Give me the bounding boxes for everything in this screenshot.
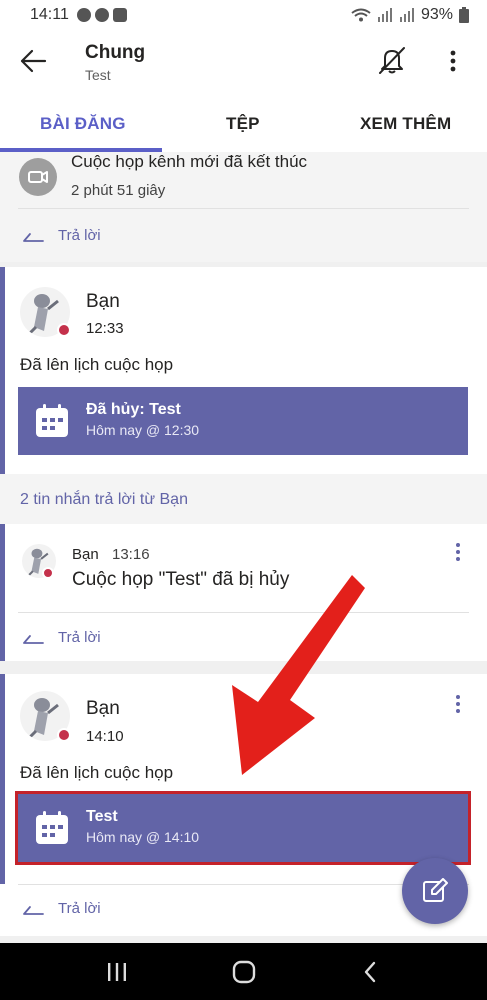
calendar-icon	[36, 811, 68, 844]
compose-icon	[423, 878, 448, 902]
wifi-icon	[351, 8, 371, 22]
home-icon[interactable]	[232, 960, 256, 984]
meeting-title: Test	[86, 808, 118, 825]
battery-percent: 93%	[420, 6, 453, 23]
nav-back-icon[interactable]	[362, 961, 378, 983]
status-bar: 14:11 93%	[0, 0, 487, 30]
reply-label: Trả lời	[58, 900, 101, 917]
channel-title: Chung	[85, 42, 146, 63]
meeting-time: Hôm nay @ 14:10	[86, 829, 200, 845]
battery-icon	[459, 7, 469, 23]
divider	[18, 208, 469, 209]
compose-button[interactable]	[402, 858, 468, 924]
android-nav-bar	[0, 943, 487, 1000]
reply-button[interactable]: Trả lời	[22, 900, 101, 917]
status-time: 14:11	[30, 6, 69, 23]
meeting-ended-title: Cuộc họp kênh mới đã kết thúc	[71, 152, 308, 171]
divider	[18, 884, 469, 885]
annotation-arrow	[232, 575, 365, 775]
tab-files[interactable]: TỆP	[226, 114, 260, 134]
channel-tabs: BÀI ĐĂNG TỆP XEM THÊM	[0, 100, 487, 152]
post-author: Bạn	[86, 291, 120, 312]
meeting-icon	[19, 158, 57, 196]
reply-more-icon[interactable]	[450, 542, 466, 562]
tab-more[interactable]: XEM THÊM	[360, 114, 451, 134]
meeting-ended-card: Cuộc họp kênh mới đã kết thúc 2 phút 51 …	[0, 152, 487, 262]
presence-busy-indicator	[57, 323, 71, 337]
post-card: Bạn 12:33 Đã lên lịch cuộc họp Đã hủy: T…	[0, 267, 487, 474]
reply-icon	[23, 634, 44, 644]
tab-posts[interactable]: BÀI ĐĂNG	[40, 114, 126, 134]
reply-label: Trả lời	[58, 227, 101, 244]
gallery-icon	[112, 8, 127, 22]
team-name: Test	[85, 67, 111, 83]
post-text: Đã lên lịch cuộc họp	[20, 355, 174, 374]
reply-icon	[23, 905, 44, 915]
signal-icon-2	[399, 8, 414, 22]
post-accent-bar	[0, 674, 5, 884]
meeting-title: Đã hủy: Test	[86, 401, 181, 418]
presence-busy-indicator	[57, 728, 71, 742]
replies-summary-row[interactable]: 2 tin nhắn trả lời từ Bạn	[0, 474, 487, 524]
back-arrow-icon[interactable]	[18, 46, 48, 76]
facebook-icon	[94, 8, 109, 22]
post-time: 12:33	[86, 320, 124, 337]
calendar-icon	[36, 404, 68, 437]
post-accent-bar	[0, 524, 5, 661]
reply-author: Bạn	[72, 546, 99, 563]
bell-off-icon[interactable]	[376, 44, 408, 76]
reply-time: 13:16	[112, 546, 150, 563]
meeting-time: Hôm nay @ 12:30	[86, 422, 200, 438]
post-author: Bạn	[86, 698, 120, 719]
channel-header: Chung Test	[0, 30, 487, 100]
notification-icons	[76, 8, 127, 22]
presence-busy-indicator	[42, 567, 54, 579]
post-accent-bar	[0, 267, 5, 474]
more-vertical-icon[interactable]	[443, 50, 463, 72]
meeting-card[interactable]: Đã hủy: Test Hôm nay @ 12:30	[18, 387, 468, 455]
reply-button[interactable]: Trả lời	[22, 629, 101, 646]
reply-button[interactable]: Trả lời	[22, 227, 101, 244]
post-time: 14:10	[86, 728, 124, 745]
replies-summary: 2 tin nhắn trả lời từ Bạn	[20, 491, 188, 508]
meeting-duration: 2 phút 51 giây	[71, 182, 166, 199]
status-right: 93%	[351, 6, 469, 24]
reply-icon	[23, 232, 44, 242]
reply-label: Trả lời	[58, 629, 101, 646]
messenger-icon	[76, 8, 91, 22]
post-more-icon[interactable]	[450, 694, 466, 714]
meeting-card[interactable]: Test Hôm nay @ 14:10	[15, 791, 471, 865]
post-text: Đã lên lịch cuộc họp	[20, 763, 174, 782]
recent-apps-icon[interactable]	[106, 961, 128, 983]
signal-icon	[377, 8, 392, 22]
